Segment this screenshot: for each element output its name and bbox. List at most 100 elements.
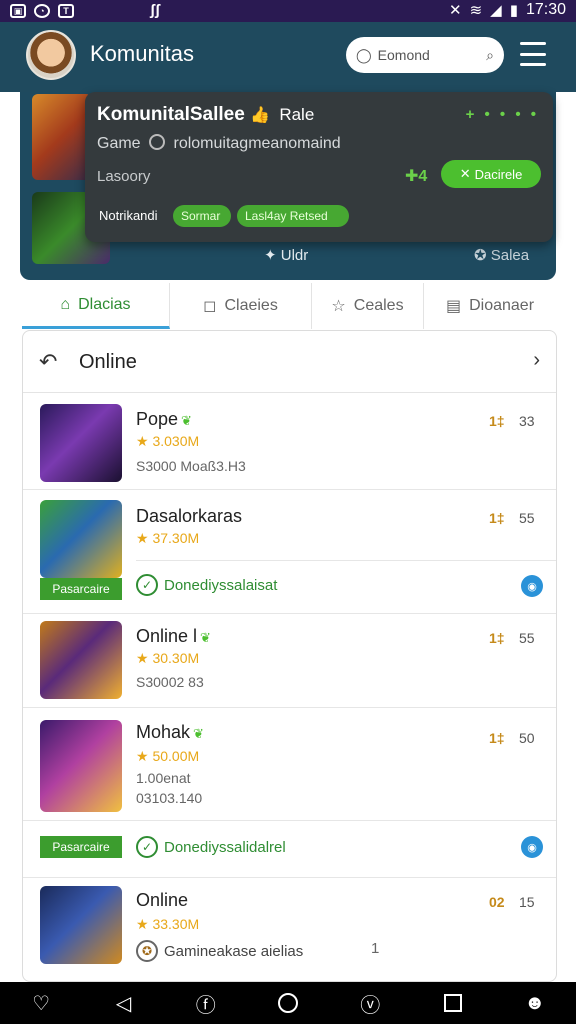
status-count: 1: [371, 940, 380, 957]
popup-chip[interactable]: Lasl4ay Retsed: [237, 205, 349, 227]
rating-value: 50.00M: [152, 748, 200, 764]
game-name-text: Mohak: [136, 722, 191, 742]
edit-icon: ◻: [203, 298, 217, 315]
community-popup: KomunitalSallee 👍 Rale + • • • • Game ro…: [85, 92, 553, 242]
game-controller-icon: ✪: [136, 940, 158, 962]
clock: 17:30: [525, 1, 566, 18]
tab-bar: ⌂ Dlacias ◻ Claeies ☆ Ceales ▤ Dioanaer: [22, 283, 556, 329]
home-icon: ⌂: [60, 295, 71, 313]
game-thumbnail: [40, 404, 122, 482]
game-rating: ★ 3.030M: [136, 433, 200, 449]
rating-value: 30.30M: [152, 650, 200, 666]
game-status: ✪ Gamineakase aielias: [136, 940, 303, 962]
popup-action-button[interactable]: ✕ Dacirele: [441, 160, 541, 188]
tab-home[interactable]: ⌂ Dlacias: [22, 283, 170, 329]
search-input[interactable]: ◯ Eomond ⌕: [346, 37, 504, 73]
divider: [23, 820, 556, 821]
game-icon: [149, 134, 166, 150]
popup-game-line: Game rolomuitagmeanomaind: [97, 134, 341, 153]
search-icon[interactable]: ⌕: [486, 47, 494, 64]
more-dots-icon[interactable]: + • • • •: [466, 106, 539, 123]
popup-tag: Rale: [279, 105, 315, 124]
tab-label: Dioanaer: [469, 297, 535, 314]
tab-claeies[interactable]: ◻ Claeies: [170, 283, 312, 329]
banner-action-left[interactable]: ✦ Uldr: [264, 246, 308, 264]
game-meta: 03103.140: [136, 790, 203, 806]
tab-label: Dlacias: [78, 295, 131, 313]
mute-icon: ✕: [448, 2, 462, 19]
list-header: ↶ Online ›: [23, 331, 556, 393]
document-icon: ▤: [445, 298, 462, 315]
list-item[interactable]: Pope ❦ ★ 3.030M S3000 Moaß3.H3 1‡ 33: [23, 393, 556, 489]
search-icon-small: ◯: [356, 46, 372, 63]
game-rank: 1‡: [489, 413, 505, 429]
game-rank: 1‡: [489, 510, 505, 526]
list-item[interactable]: Pasarcaire Dasalorkaras ★ 37.30M 1‡ 55 ✓…: [23, 490, 556, 612]
info-icon[interactable]: ◉: [521, 836, 543, 858]
game-name-text: Online l: [136, 626, 198, 646]
menu-bar: [520, 63, 546, 66]
game-name: Pope ❦: [136, 409, 192, 430]
popup-title-text: KomunitalSallee: [97, 104, 245, 125]
game-meta: S30002 83: [136, 674, 204, 690]
game-thumbnail: [40, 621, 122, 699]
app-header: Komunitas ◯ Eomond ⌕: [0, 22, 576, 92]
avatar[interactable]: [26, 30, 76, 80]
popup-count-value: 4: [418, 168, 428, 185]
game-time: 33: [519, 413, 535, 429]
popup-footer-label: Notrikandi: [99, 208, 158, 223]
rating-value: 33.30M: [152, 916, 200, 932]
wifi-icon: ≋: [469, 2, 483, 19]
list-item[interactable]: Online ★ 33.30M ✪ Gamineakase aielias 1 …: [23, 878, 556, 982]
game-rating: ★ 30.30M: [136, 650, 200, 666]
status-bar: ▣ ◔ T ʃʃ ✕ ≋ ◢ ▮ 17:30: [0, 0, 576, 22]
back-icon[interactable]: ↶: [39, 349, 57, 375]
chevron-right-icon[interactable]: ›: [533, 349, 540, 372]
tab-dioanaer[interactable]: ▤ Dioanaer: [424, 283, 556, 329]
banner-action-right[interactable]: ✪ Salea: [474, 246, 529, 264]
tab-label: Ceales: [353, 297, 404, 314]
game-status: ✓ Donediyssalaisat: [136, 574, 277, 596]
game-thumbnail: [40, 500, 122, 578]
check-circle-icon: ✓: [136, 574, 158, 596]
info-icon[interactable]: ◉: [521, 575, 543, 597]
rating-value: 3.030M: [152, 433, 200, 449]
popup-chip[interactable]: Sormar: [173, 205, 231, 227]
menu-bar: [520, 52, 546, 56]
home-nav-icon[interactable]: [275, 990, 301, 1016]
chat-icon: ʃʃ: [150, 2, 160, 19]
game-meta: S3000 Moaß3.H3: [136, 458, 246, 474]
game-rank: 1‡: [489, 630, 505, 646]
featured-game-thumbnail[interactable]: [32, 94, 92, 180]
badge-icon[interactable]: ⓥ: [357, 990, 383, 1017]
game-badge: Pasarcaire: [40, 578, 122, 600]
game-rating: ★ 50.00M: [136, 748, 200, 764]
menu-bar: [520, 42, 546, 45]
banner-action-right-label: Salea: [490, 247, 530, 264]
game-time: 55: [519, 510, 535, 526]
tab-ceales[interactable]: ☆ Ceales: [312, 283, 424, 329]
game-rank: 1‡: [489, 730, 505, 746]
leaf-icon: ❦: [193, 726, 204, 741]
list-item[interactable]: Mohak ❦ ★ 50.00M 1.00enat 03103.140 1‡ 50…: [23, 708, 556, 876]
popup-game-label: Game: [97, 135, 141, 152]
game-status: ✓ Donediyssalidalrel: [136, 836, 286, 858]
list-item[interactable]: Online l ❦ ★ 30.30M S30002 83 1‡ 55: [23, 614, 556, 706]
tab-label: Claeies: [224, 297, 278, 314]
game-meta-secondary: 1.00enat: [136, 770, 191, 786]
game-thumbnail: [40, 886, 122, 964]
popup-action-label: Dacirele: [474, 166, 523, 182]
leaf-icon: ❦: [181, 413, 192, 428]
recents-icon[interactable]: [440, 990, 466, 1016]
game-name: Mohak ❦: [136, 722, 204, 743]
palette-icon[interactable]: ☻: [522, 990, 548, 1016]
game-rating: ★ 33.30M: [136, 916, 200, 932]
menu-button[interactable]: [520, 42, 546, 66]
back-nav-icon[interactable]: ◁: [110, 990, 136, 1016]
heart-icon[interactable]: ♡: [28, 990, 54, 1016]
game-thumbnail: [40, 720, 122, 812]
recents-square: [443, 994, 462, 1012]
popup-count: ✚4: [405, 168, 428, 185]
bolt-icon[interactable]: ⓕ: [193, 990, 219, 1017]
game-rating: ★ 37.30M: [136, 530, 200, 546]
